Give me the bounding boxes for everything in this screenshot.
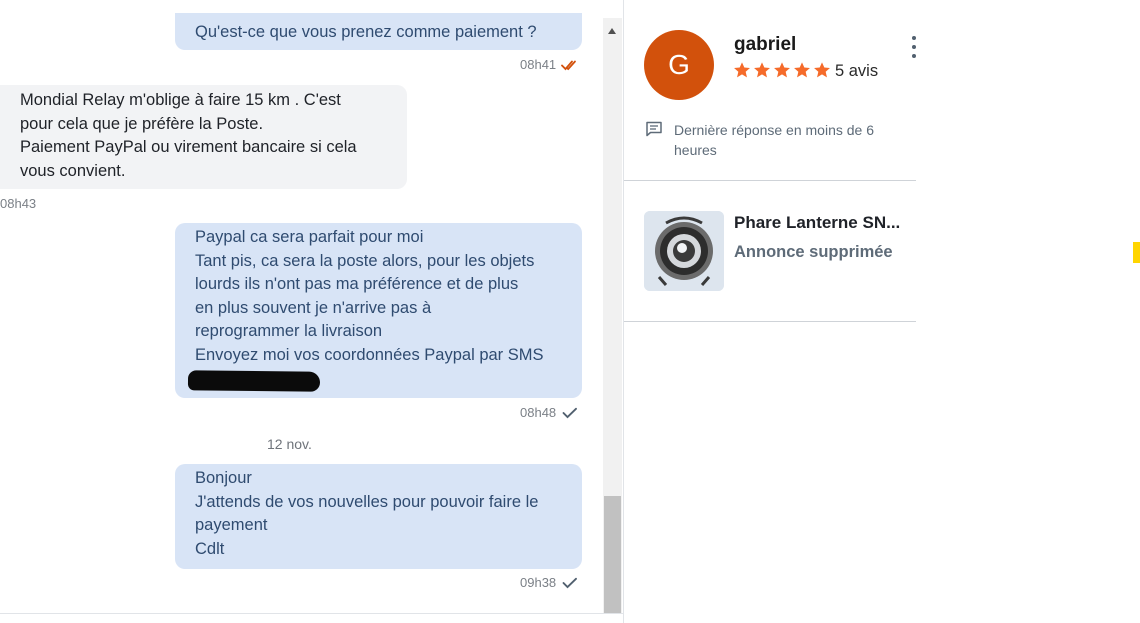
- message-text: pour cela que je préfère la Poste.: [20, 114, 264, 133]
- listing-title[interactable]: Phare Lanterne SN...: [734, 213, 909, 233]
- message-text: Tant pis, ca sera la poste alors, pour l…: [195, 251, 535, 270]
- message-bubble-outgoing: Qu'est-ce que vous prenez comme paiement…: [175, 13, 582, 50]
- message-text: reprogrammer la livraison: [195, 322, 383, 340]
- message-time: 09h38: [520, 575, 557, 590]
- message-meta: 09h38: [520, 575, 579, 590]
- redaction-mark: [187, 370, 321, 392]
- message-meta: 08h48: [520, 405, 579, 420]
- star-icon: [814, 62, 830, 78]
- message-bubble-incoming: Mondial Relay m'oblige à faire 15 km . C…: [0, 85, 407, 189]
- message-text: Paypal ca sera parfait pour moi: [195, 228, 424, 246]
- message-text: J'attends de vos nouvelles pour pouvoir …: [195, 492, 539, 511]
- message-text: payement: [195, 516, 268, 534]
- star-icon: [774, 62, 790, 78]
- message-text: Qu'est-ce que vous prenez comme paiement…: [195, 23, 537, 41]
- conversation-sidebar: G gabriel 5 avis Dernière réponse en moi…: [624, 0, 916, 623]
- message-text: lourds ils n'ont pas ma préférence et de…: [195, 275, 519, 293]
- message-text: Mondial Relay m'oblige à faire 15 km . C…: [20, 91, 341, 109]
- message-meta: 08h43: [0, 196, 36, 211]
- arrow-up-icon[interactable]: [608, 28, 616, 34]
- message-text: Paiement PayPal ou virement bancaire si …: [20, 138, 357, 156]
- divider: [624, 180, 916, 181]
- more-vertical-icon[interactable]: [912, 36, 916, 58]
- message-text: Bonjour: [195, 469, 252, 487]
- message-thread: Qu'est-ce que vous prenez comme paiement…: [0, 0, 603, 613]
- star-icon: [754, 62, 770, 78]
- message-text: Envoyez moi vos coordonnées Paypal par S…: [195, 345, 544, 364]
- lantern-image: [644, 211, 724, 291]
- highlight-mark: [1133, 242, 1140, 263]
- review-count[interactable]: 5 avis: [835, 62, 878, 81]
- scrollbar[interactable]: [603, 18, 622, 613]
- message-time: 08h43: [0, 196, 37, 211]
- listing-status: Annonce supprimée: [734, 243, 893, 261]
- message-time: 08h48: [520, 405, 557, 420]
- date-separator: 12 nov.: [267, 436, 312, 452]
- check-icon: [562, 407, 578, 418]
- message-bubble-outgoing: Bonjour J'attends de vos nouvelles pour …: [175, 464, 582, 569]
- message-text: vous convient.: [20, 161, 126, 180]
- divider: [0, 613, 623, 614]
- scrollbar-thumb[interactable]: [604, 496, 621, 613]
- message-text: en plus souvent je n'arrive pas à: [195, 298, 432, 317]
- message-text: Cdlt: [195, 539, 225, 558]
- check-icon: [562, 577, 578, 588]
- double-check-icon: [561, 60, 577, 70]
- listing-thumbnail[interactable]: [644, 211, 724, 291]
- divider: [624, 321, 916, 322]
- message-time: 08h41: [520, 57, 557, 72]
- message-meta: 08h41: [520, 57, 579, 72]
- star-icon: [734, 62, 750, 78]
- avatar[interactable]: G: [644, 30, 714, 100]
- response-time-text: Dernière réponse en moins de 6 heures: [674, 122, 875, 158]
- message-icon: [646, 121, 662, 137]
- seller-name[interactable]: gabriel: [734, 34, 796, 56]
- star-icon: [794, 62, 810, 78]
- rating-stars: [733, 61, 831, 79]
